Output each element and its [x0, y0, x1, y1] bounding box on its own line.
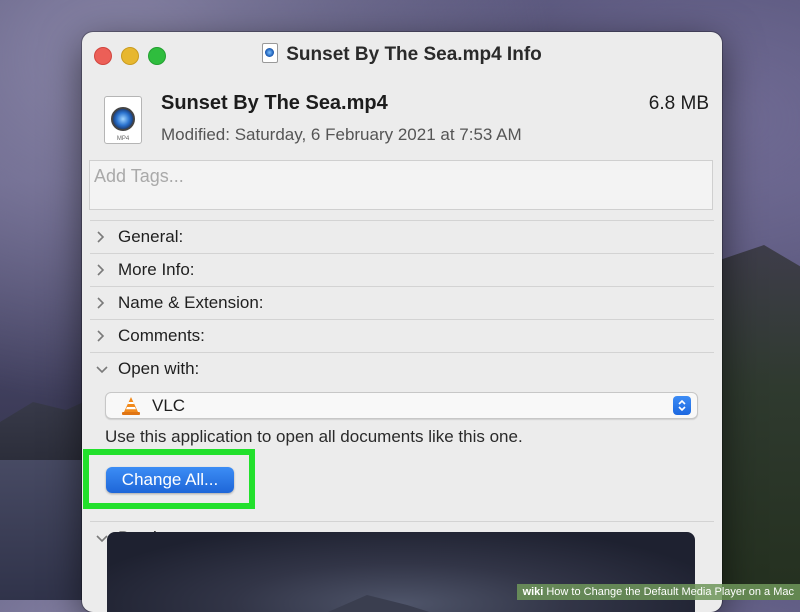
quicktime-lens-icon: [111, 107, 135, 131]
section-comments-label: Comments:: [118, 326, 205, 345]
title-bar[interactable]: Sunset By The Sea.mp4 Info: [82, 32, 722, 78]
mp4-file-icon: MP4: [104, 96, 142, 144]
section-comments[interactable]: Comments:: [90, 319, 714, 352]
section-more-info-label: More Info:: [118, 260, 195, 279]
file-header: MP4 Sunset By The Sea.mp4 6.8 MB Modifie…: [82, 78, 722, 148]
change-all-button[interactable]: Change All...: [106, 467, 234, 493]
section-general-label: General:: [118, 227, 184, 246]
tags-box: [89, 160, 713, 210]
chevron-down-icon: [96, 365, 110, 374]
video-file-icon: [262, 43, 279, 63]
file-modified-date: Modified: Saturday, 6 February 2021 at 7…: [161, 125, 522, 144]
vlc-cone-icon: [122, 396, 140, 415]
open-with-helper-text: Use this application to open all documen…: [105, 427, 523, 446]
preview-image: [107, 532, 695, 612]
file-icon-extension: MP4: [116, 136, 130, 142]
section-more-info[interactable]: More Info:: [90, 253, 714, 286]
file-name: Sunset By The Sea.mp4: [161, 92, 388, 114]
section-general[interactable]: General:: [90, 220, 714, 253]
watermark-banner: wiki How to Change the Default Media Play…: [516, 584, 800, 600]
watermark-text: How to Change the Default Media Player o…: [546, 586, 794, 598]
preview-landscape: [287, 595, 487, 612]
watermark-brand: wiki: [522, 586, 544, 598]
section-open-with-label: Open with:: [118, 359, 200, 378]
chevron-right-icon: [96, 330, 110, 342]
window-title-area: Sunset By The Sea.mp4 Info: [82, 43, 722, 66]
window-title: Sunset By The Sea.mp4 Info: [286, 44, 542, 65]
selected-application: VLC: [152, 395, 186, 415]
section-open-with[interactable]: Open with:: [90, 352, 714, 385]
section-name-extension-label: Name & Extension:: [118, 293, 264, 312]
chevron-right-icon: [96, 297, 110, 309]
chevron-right-icon: [96, 264, 110, 276]
open-with-panel: VLC Use this application to open all doc…: [83, 385, 714, 521]
file-size: 6.8 MB: [648, 93, 709, 114]
info-window: Sunset By The Sea.mp4 Info MP4 Sunset By…: [82, 32, 722, 612]
application-select[interactable]: VLC: [105, 392, 698, 419]
chevron-right-icon: [96, 231, 110, 243]
tags-input[interactable]: [90, 161, 712, 192]
info-sections: General: More Info: Name & Extension: Co…: [82, 220, 722, 554]
section-name-extension[interactable]: Name & Extension:: [90, 286, 714, 319]
up-down-chevron-icon[interactable]: [673, 396, 691, 415]
